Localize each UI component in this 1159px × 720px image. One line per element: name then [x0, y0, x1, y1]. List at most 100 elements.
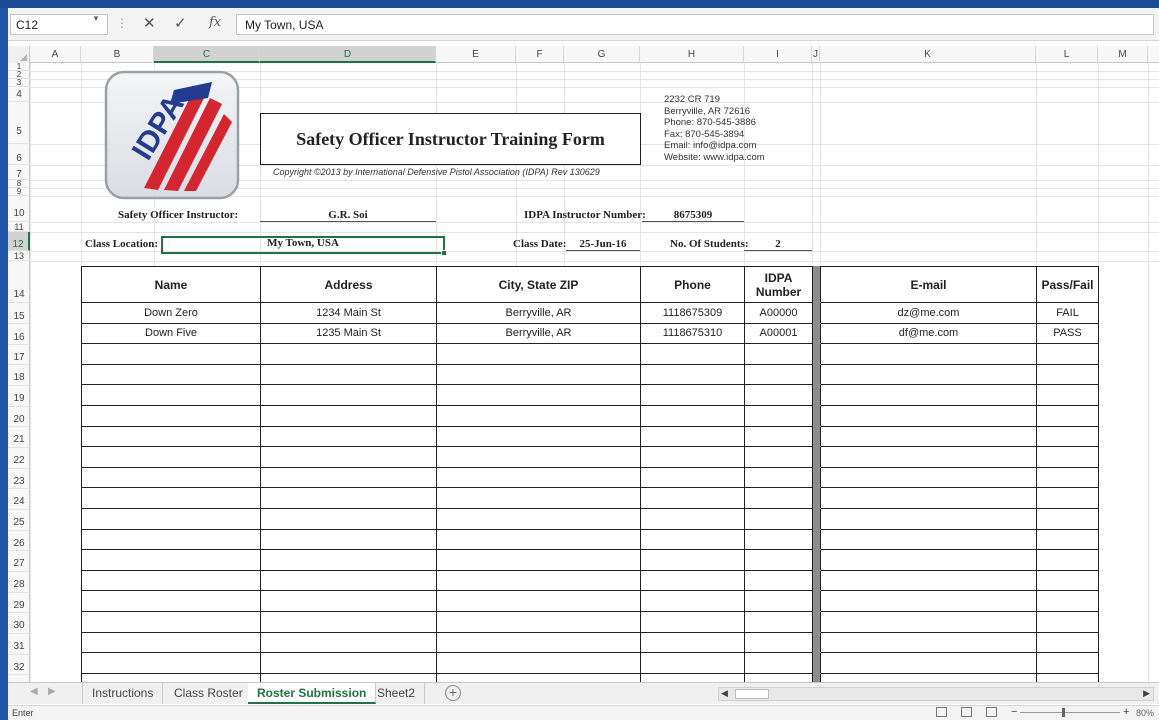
row-header[interactable]: 6: [8, 144, 30, 165]
row-header[interactable]: 25: [8, 510, 30, 531]
insert-function-icon[interactable]: fx: [209, 15, 221, 30]
instructor-number-label: IDPA Instructor Number:: [524, 209, 646, 221]
instructor-label: Safety Officer Instructor:: [118, 209, 239, 221]
table-row: [81, 631, 1099, 654]
cell-phone[interactable]: 1118675310: [640, 322, 745, 345]
scrollbar-thumb[interactable]: [735, 689, 769, 699]
instructor-number-value[interactable]: 8675309: [642, 209, 744, 222]
row-header[interactable]: 14: [8, 261, 30, 303]
number-header-line: Number: [755, 284, 802, 299]
cell-address[interactable]: 1234 Main St: [260, 302, 437, 324]
roster-header-row: Name Address City, State ZIP Phone IDPA N…: [81, 266, 1099, 303]
tab-class-roster[interactable]: Class Roster: [165, 683, 253, 704]
fill-handle[interactable]: [441, 250, 447, 256]
column-header-j[interactable]: J: [812, 46, 820, 63]
worksheet-grid[interactable]: IDPA Safety Officer Instructor Training …: [30, 63, 1159, 690]
column-header-e[interactable]: E: [436, 46, 516, 63]
row-header[interactable]: 30: [8, 613, 30, 634]
column-header-h[interactable]: H: [640, 46, 744, 63]
row-header[interactable]: 19: [8, 386, 30, 407]
normal-view-icon[interactable]: [936, 707, 947, 717]
more-options-icon[interactable]: ⋮: [116, 16, 128, 30]
column-header-k[interactable]: K: [820, 46, 1036, 63]
row-header[interactable]: 15: [8, 303, 30, 324]
enter-check-icon[interactable]: ✓: [174, 14, 187, 32]
row-header[interactable]: 20: [8, 407, 30, 427]
zoom-out-icon[interactable]: −: [1011, 706, 1017, 718]
cell-name[interactable]: Down Zero: [81, 302, 261, 324]
cell-name[interactable]: Down Five: [81, 322, 261, 345]
divider-column: [812, 266, 821, 303]
tab-scroll-right-icon[interactable]: ▶: [48, 686, 56, 697]
row-header[interactable]: 11: [8, 222, 30, 232]
column-header-m[interactable]: M: [1098, 46, 1148, 63]
table-row: [81, 425, 1099, 448]
scroll-right-icon[interactable]: ▶: [1143, 688, 1150, 699]
row-header-12[interactable]: 12: [8, 232, 30, 251]
row-header[interactable]: 23: [8, 469, 30, 489]
cell-pass-fail[interactable]: PASS: [1036, 322, 1099, 345]
zoom-slider[interactable]: [1020, 712, 1120, 713]
row-header[interactable]: 26: [8, 531, 30, 551]
row-header[interactable]: 18: [8, 365, 30, 386]
row-header[interactable]: 17: [8, 345, 30, 365]
tab-instructions[interactable]: Instructions: [82, 683, 164, 704]
scroll-left-icon[interactable]: ◀: [721, 688, 728, 699]
column-header-a[interactable]: A: [30, 46, 81, 63]
formula-input[interactable]: My Town, USA: [236, 14, 1154, 35]
row-header[interactable]: 31: [8, 634, 30, 655]
instructor-value[interactable]: G.R. Soi: [260, 209, 436, 222]
cell-city[interactable]: Berryville, AR: [436, 302, 641, 324]
column-title-phone: Phone: [640, 266, 745, 303]
row-header[interactable]: 21: [8, 427, 30, 448]
row-header[interactable]: 13: [8, 251, 30, 261]
tab-scroll-left-icon[interactable]: ◀: [30, 686, 38, 697]
horizontal-scrollbar[interactable]: ◀ ▶: [718, 687, 1154, 701]
row-header[interactable]: 5: [8, 102, 30, 144]
cell-address[interactable]: 1235 Main St: [260, 322, 437, 345]
column-header-d[interactable]: D: [260, 46, 436, 63]
row-header[interactable]: 32: [8, 655, 30, 675]
cancel-icon[interactable]: ✕: [143, 14, 156, 32]
column-header-l[interactable]: L: [1036, 46, 1098, 63]
row-header[interactable]: 29: [8, 593, 30, 613]
column-header-g[interactable]: G: [564, 46, 640, 63]
row-header[interactable]: 9: [8, 188, 30, 196]
column-header-f[interactable]: F: [516, 46, 564, 63]
cell-mode-indicator: Enter: [12, 708, 34, 718]
zoom-slider-thumb[interactable]: [1062, 708, 1065, 717]
cell-phone[interactable]: 1118675309: [640, 302, 745, 324]
cell-idpa-number[interactable]: A00001: [744, 322, 813, 345]
row-header[interactable]: 10: [8, 196, 30, 222]
row-header[interactable]: 27: [8, 551, 30, 572]
class-date-value[interactable]: 25-Jun-16: [566, 238, 640, 251]
row-header[interactable]: 22: [8, 448, 30, 469]
chevron-down-icon[interactable]: ▼: [92, 14, 100, 23]
column-header-c[interactable]: C: [154, 46, 260, 63]
sheet-tabs-bar: ◀ ▶ Instructions Class Roster Roster Sub…: [8, 682, 1159, 704]
select-all-button[interactable]: [8, 46, 30, 63]
add-sheet-icon[interactable]: +: [445, 685, 461, 701]
zoom-level[interactable]: 80%: [1136, 708, 1154, 718]
row-header[interactable]: 24: [8, 489, 30, 510]
column-header-i[interactable]: I: [744, 46, 812, 63]
tab-sheet2[interactable]: Sheet2: [368, 683, 426, 704]
cell-idpa-number[interactable]: A00000: [744, 302, 813, 324]
row-header[interactable]: 28: [8, 572, 30, 593]
cell-city[interactable]: Berryville, AR: [436, 322, 641, 345]
cell-email[interactable]: df@me.com: [820, 322, 1037, 345]
copyright-note: Copyright ©2013 by International Defensi…: [273, 167, 600, 177]
students-value[interactable]: 2: [744, 238, 812, 251]
zoom-in-icon[interactable]: +: [1123, 706, 1129, 718]
column-header-b[interactable]: B: [81, 46, 154, 63]
page-break-view-icon[interactable]: [986, 707, 997, 717]
page-layout-view-icon[interactable]: [961, 707, 972, 717]
tab-roster-submission[interactable]: Roster Submission: [248, 683, 377, 704]
table-row: [81, 507, 1099, 530]
row-header[interactable]: 7: [8, 165, 30, 180]
cell-pass-fail[interactable]: FAIL: [1036, 302, 1099, 324]
cell-email[interactable]: dz@me.com: [820, 302, 1037, 324]
row-header[interactable]: 3: [8, 79, 30, 87]
row-header[interactable]: 16: [8, 324, 30, 345]
row-header[interactable]: 4: [8, 87, 30, 102]
